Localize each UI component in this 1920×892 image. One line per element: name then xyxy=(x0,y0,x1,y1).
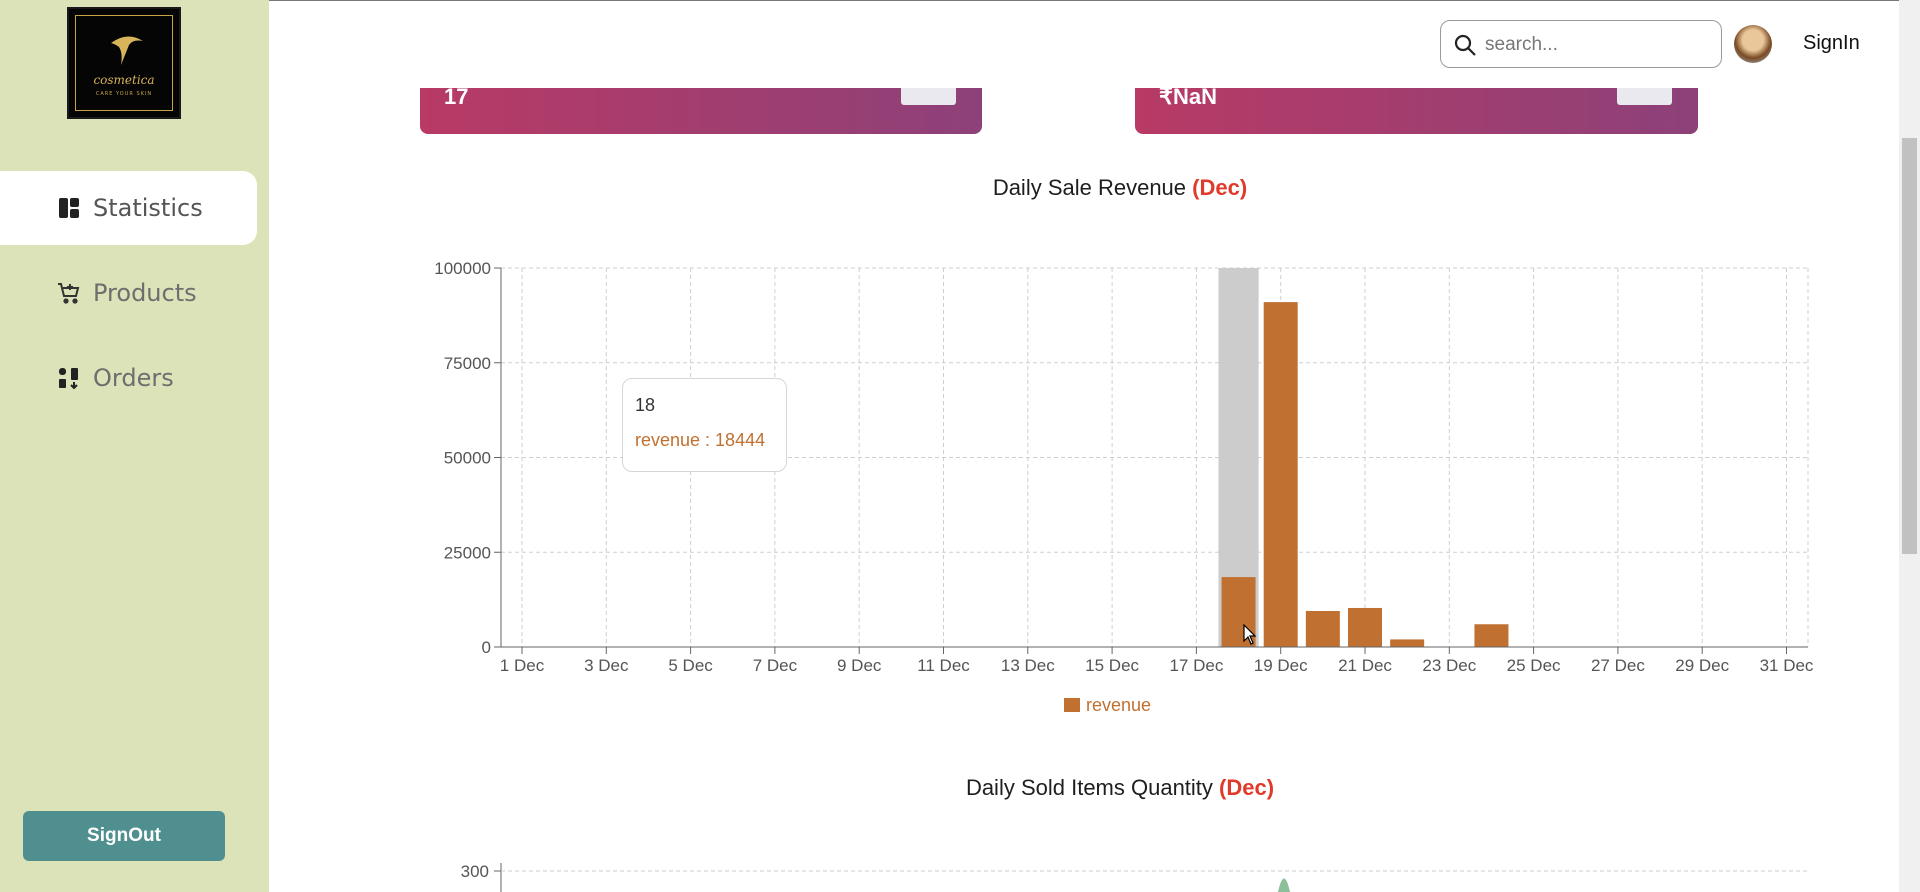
bar xyxy=(1390,639,1425,647)
quantity-chart-title: Daily Sold Items Quantity (Dec) xyxy=(0,775,1920,801)
revenue-bar-chart[interactable]: 0 25000 50000 75000 100000 1 Dec 3 Dec 5 Dec 7 D… xyxy=(400,250,1820,720)
y-tick-label: 0 xyxy=(482,638,491,657)
chart-title-text: Daily Sold Items Quantity xyxy=(965,775,1213,800)
search-box[interactable] xyxy=(1440,20,1722,68)
chart-title-month: (Dec) xyxy=(1192,175,1248,200)
x-tick-label: 9 Dec xyxy=(837,656,882,675)
revenue-chart-title: Daily Sale Revenue (Dec) xyxy=(0,175,1920,201)
x-tick-label: 13 Dec xyxy=(1001,656,1055,675)
cart-icon xyxy=(57,281,81,305)
signin-link[interactable]: SignIn xyxy=(1803,32,1860,55)
tooltip-value: revenue : 18444 xyxy=(635,430,766,450)
y-tick-label: 100000 xyxy=(434,259,491,278)
sidebar-item-orders[interactable]: Orders xyxy=(0,341,257,415)
y-tick-label: 25000 xyxy=(444,543,491,562)
signout-button[interactable]: SignOut xyxy=(23,811,225,861)
page-scrollbar-thumb[interactable] xyxy=(1902,138,1917,554)
mouse-cursor-icon xyxy=(1243,624,1257,645)
chart-tooltip: 18 revenue : 18444 xyxy=(622,378,787,472)
bar xyxy=(1474,624,1509,647)
x-tick-label: 23 Dec xyxy=(1422,656,1476,675)
x-tick-label: 19 Dec xyxy=(1254,656,1308,675)
chart-title-month: (Dec) xyxy=(1219,775,1275,800)
stat-card-value: 17 xyxy=(444,88,469,109)
x-tick-label: 31 Dec xyxy=(1760,656,1814,675)
x-tick-label: 11 Dec xyxy=(917,656,970,675)
y-tick-label: 75000 xyxy=(444,354,491,373)
quantity-area xyxy=(1278,878,1290,892)
quantity-area-chart[interactable]: 300 xyxy=(400,855,1820,892)
chart-title-text: Daily Sale Revenue xyxy=(992,175,1187,200)
top-border xyxy=(269,0,1920,1)
bar xyxy=(1348,607,1382,647)
legend-label: revenue xyxy=(1086,695,1151,715)
sidebar: cosmetica CARE YOUR SKIN Statistics Prod… xyxy=(0,0,269,892)
x-tick-label: 27 Dec xyxy=(1591,656,1645,675)
x-tick-label: 5 Dec xyxy=(668,656,713,675)
x-tick-label: 3 Dec xyxy=(584,656,629,675)
x-tick-label: 1 Dec xyxy=(500,656,545,675)
y-tick-label: 300 xyxy=(461,862,489,881)
bar xyxy=(1263,302,1298,647)
tooltip-day: 18 xyxy=(635,395,656,415)
x-tick-label: 15 Dec xyxy=(1085,656,1139,675)
x-tick-label: 17 Dec xyxy=(1169,656,1223,675)
orders-icon xyxy=(57,366,81,390)
sidebar-item-label: Products xyxy=(93,279,197,307)
stat-card-icon xyxy=(1617,88,1672,105)
stat-card-value: ₹NaN xyxy=(1159,88,1218,109)
legend-swatch xyxy=(1064,698,1080,712)
sidebar-item-products[interactable]: Products xyxy=(0,256,257,330)
hat-woman-icon xyxy=(111,36,143,65)
x-tick-label: 7 Dec xyxy=(753,656,798,675)
search-input[interactable] xyxy=(1483,31,1712,59)
logo-tagline: CARE YOUR SKIN xyxy=(95,91,153,97)
x-tick-label: 21 Dec xyxy=(1338,656,1392,675)
stat-card-revenue: ₹NaN xyxy=(1135,88,1698,134)
logo-brand-text: cosmetica xyxy=(93,73,155,87)
sidebar-item-label: Orders xyxy=(93,364,174,392)
avatar[interactable] xyxy=(1734,25,1772,63)
x-tick-label: 29 Dec xyxy=(1675,656,1729,675)
bar xyxy=(1305,610,1340,647)
y-tick-label: 50000 xyxy=(444,449,491,468)
stat-card-icon xyxy=(901,88,956,105)
x-tick-label: 25 Dec xyxy=(1507,656,1561,675)
brand-logo[interactable]: cosmetica CARE YOUR SKIN xyxy=(67,7,181,119)
stat-card-orders: 17 xyxy=(420,88,982,134)
search-icon xyxy=(1454,34,1476,56)
